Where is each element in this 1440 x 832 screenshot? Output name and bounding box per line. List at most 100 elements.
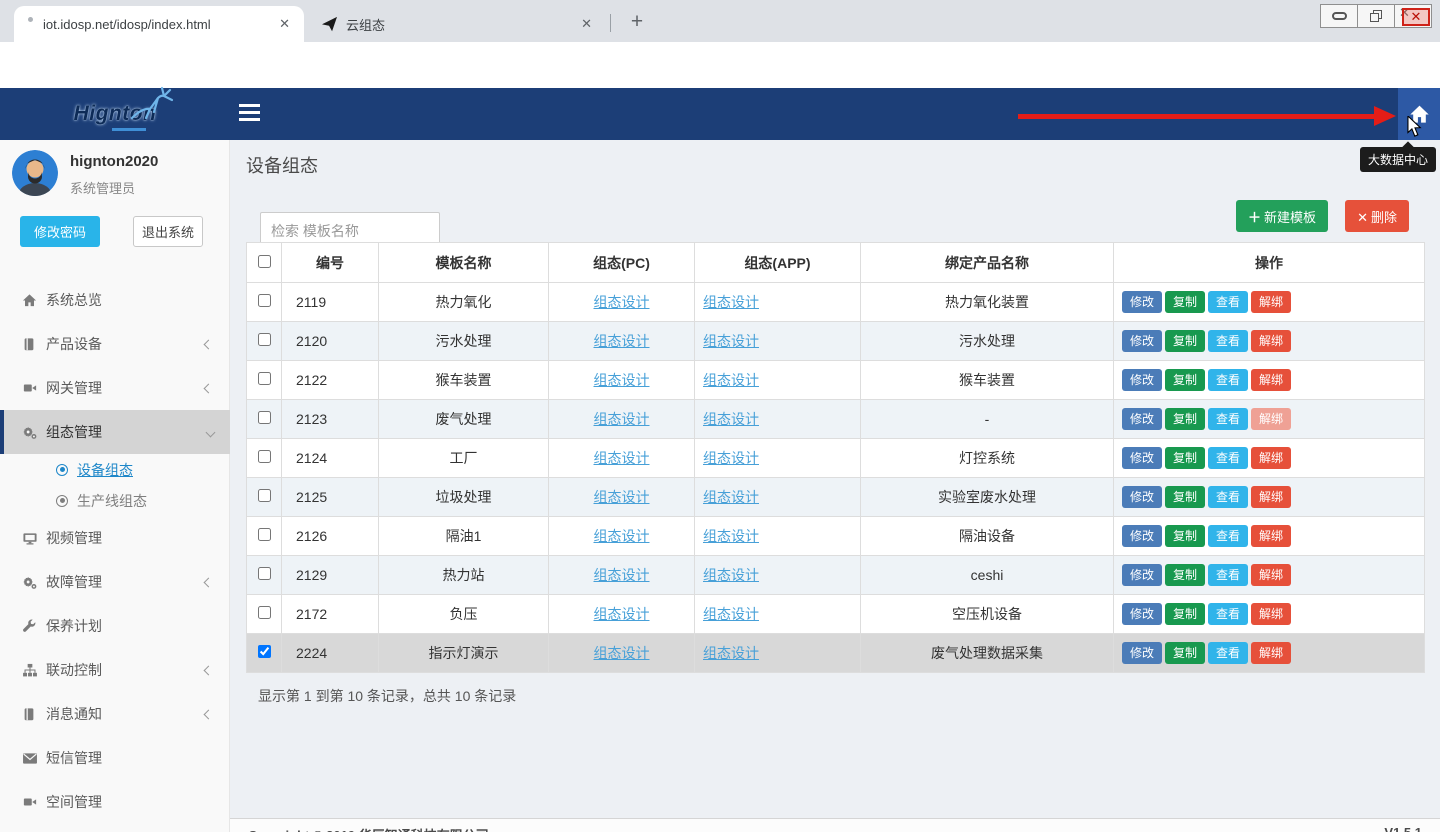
pc-config-link[interactable]: 组态设计 (594, 645, 650, 661)
row-checkbox[interactable] (258, 450, 271, 463)
tab-close-icon[interactable]: ✕ (275, 16, 294, 32)
unbind-button[interactable]: 解绑 (1251, 564, 1291, 586)
browser-tab-active[interactable]: iot.idosp.net/idosp/index.html ✕ (14, 6, 304, 42)
app-config-link[interactable]: 组态设计 (703, 489, 759, 505)
tab-close-icon[interactable]: ✕ (577, 16, 596, 32)
row-checkbox[interactable] (258, 372, 271, 385)
view-button[interactable]: 查看 (1208, 291, 1248, 313)
view-button[interactable]: 查看 (1208, 330, 1248, 352)
sidebar-item-9[interactable]: 短信管理 (0, 736, 230, 780)
sidebar-item-0[interactable]: 系统总览 (0, 278, 230, 322)
app-config-link[interactable]: 组态设计 (703, 567, 759, 583)
unbind-button[interactable]: 解绑 (1251, 447, 1291, 469)
app-config-link[interactable]: 组态设计 (703, 372, 759, 388)
modify-button[interactable]: 修改 (1122, 603, 1162, 625)
submenu-item-0[interactable]: 设备组态 (0, 454, 230, 485)
row-checkbox[interactable] (258, 294, 271, 307)
row-checkbox[interactable] (258, 411, 271, 424)
copy-button[interactable]: 复制 (1165, 291, 1205, 313)
pc-config-link[interactable]: 组态设计 (594, 450, 650, 466)
row-checkbox[interactable] (258, 333, 271, 346)
unbind-button[interactable]: 解绑 (1251, 369, 1291, 391)
copy-button[interactable]: 复制 (1165, 408, 1205, 430)
copy-button[interactable]: 复制 (1165, 369, 1205, 391)
new-template-button[interactable]: ＋新建模板 (1236, 200, 1328, 232)
app-config-link[interactable]: 组态设计 (703, 606, 759, 622)
copy-button[interactable]: 复制 (1165, 330, 1205, 352)
app-config-link[interactable]: 组态设计 (703, 645, 759, 661)
app-config-link[interactable]: 组态设计 (703, 528, 759, 544)
modify-button[interactable]: 修改 (1122, 525, 1162, 547)
copy-button[interactable]: 复制 (1165, 447, 1205, 469)
sidebar-item-3[interactable]: 组态管理 (0, 410, 230, 454)
copy-button[interactable]: 复制 (1165, 486, 1205, 508)
cell-config-pc: 组态设计 (549, 283, 695, 322)
view-button[interactable]: 查看 (1208, 564, 1248, 586)
sidebar-item-4[interactable]: 视频管理 (0, 516, 230, 560)
view-button[interactable]: 查看 (1208, 642, 1248, 664)
delete-button[interactable]: ✕删除 (1345, 200, 1409, 232)
new-tab-button[interactable]: + (622, 8, 652, 38)
logout-button[interactable]: 退出系统 (133, 216, 203, 247)
app-config-link[interactable]: 组态设计 (703, 450, 759, 466)
sidebar-item-2[interactable]: 网关管理 (0, 366, 230, 410)
unbind-button[interactable]: 解绑 (1251, 408, 1291, 430)
unbind-button[interactable]: 解绑 (1251, 486, 1291, 508)
app-config-link[interactable]: 组态设计 (703, 333, 759, 349)
modify-button[interactable]: 修改 (1122, 486, 1162, 508)
copy-button[interactable]: 复制 (1165, 603, 1205, 625)
header-id: 编号 (282, 243, 379, 283)
view-button[interactable]: 查看 (1208, 369, 1248, 391)
browser-tab-cloud-config[interactable]: 云组态 ✕ (312, 6, 606, 42)
unbind-button[interactable]: 解绑 (1251, 603, 1291, 625)
view-button[interactable]: 查看 (1208, 486, 1248, 508)
copy-button[interactable]: 复制 (1165, 564, 1205, 586)
pc-config-link[interactable]: 组态设计 (594, 411, 650, 427)
row-checkbox[interactable] (258, 645, 271, 658)
view-button[interactable]: 查看 (1208, 603, 1248, 625)
hamburger-menu-icon[interactable] (239, 104, 260, 126)
app-config-link[interactable]: 组态设计 (703, 294, 759, 310)
sidebar-item-10[interactable]: 空间管理 (0, 780, 230, 824)
pc-config-link[interactable]: 组态设计 (594, 567, 650, 583)
modify-button[interactable]: 修改 (1122, 564, 1162, 586)
view-button[interactable]: 查看 (1208, 408, 1248, 430)
row-checkbox[interactable] (258, 528, 271, 541)
sidebar-item-8[interactable]: 消息通知 (0, 692, 230, 736)
row-checkbox[interactable] (258, 567, 271, 580)
change-password-button[interactable]: 修改密码 (20, 216, 100, 247)
sidebar-item-6[interactable]: 保养计划 (0, 604, 230, 648)
pc-config-link[interactable]: 组态设计 (594, 333, 650, 349)
copy-button[interactable]: 复制 (1165, 525, 1205, 547)
row-checkbox[interactable] (258, 606, 271, 619)
pc-config-link[interactable]: 组态设计 (594, 528, 650, 544)
modify-button[interactable]: 修改 (1122, 291, 1162, 313)
app-config-link[interactable]: 组态设计 (703, 411, 759, 427)
view-button[interactable]: 查看 (1208, 447, 1248, 469)
select-all-checkbox[interactable] (258, 255, 271, 268)
unbind-button[interactable]: 解绑 (1251, 642, 1291, 664)
modify-button[interactable]: 修改 (1122, 369, 1162, 391)
modify-button[interactable]: 修改 (1122, 447, 1162, 469)
checkbox-cell (247, 439, 282, 478)
sidebar-item-7[interactable]: 联动控制 (0, 648, 230, 692)
close-button[interactable]: ✕ ✕ (1394, 4, 1432, 28)
submenu-item-1[interactable]: 生产线组态 (0, 485, 230, 516)
pc-config-link[interactable]: 组态设计 (594, 294, 650, 310)
modify-button[interactable]: 修改 (1122, 408, 1162, 430)
pc-config-link[interactable]: 组态设计 (594, 372, 650, 388)
minimize-button[interactable] (1320, 4, 1358, 28)
unbind-button[interactable]: 解绑 (1251, 291, 1291, 313)
row-checkbox[interactable] (258, 489, 271, 502)
modify-button[interactable]: 修改 (1122, 642, 1162, 664)
pc-config-link[interactable]: 组态设计 (594, 606, 650, 622)
view-button[interactable]: 查看 (1208, 525, 1248, 547)
unbind-button[interactable]: 解绑 (1251, 525, 1291, 547)
sidebar-item-1[interactable]: 产品设备 (0, 322, 230, 366)
unbind-button[interactable]: 解绑 (1251, 330, 1291, 352)
sidebar-item-5[interactable]: 故障管理 (0, 560, 230, 604)
copy-button[interactable]: 复制 (1165, 642, 1205, 664)
pc-config-link[interactable]: 组态设计 (594, 489, 650, 505)
restore-button[interactable] (1357, 4, 1395, 28)
modify-button[interactable]: 修改 (1122, 330, 1162, 352)
